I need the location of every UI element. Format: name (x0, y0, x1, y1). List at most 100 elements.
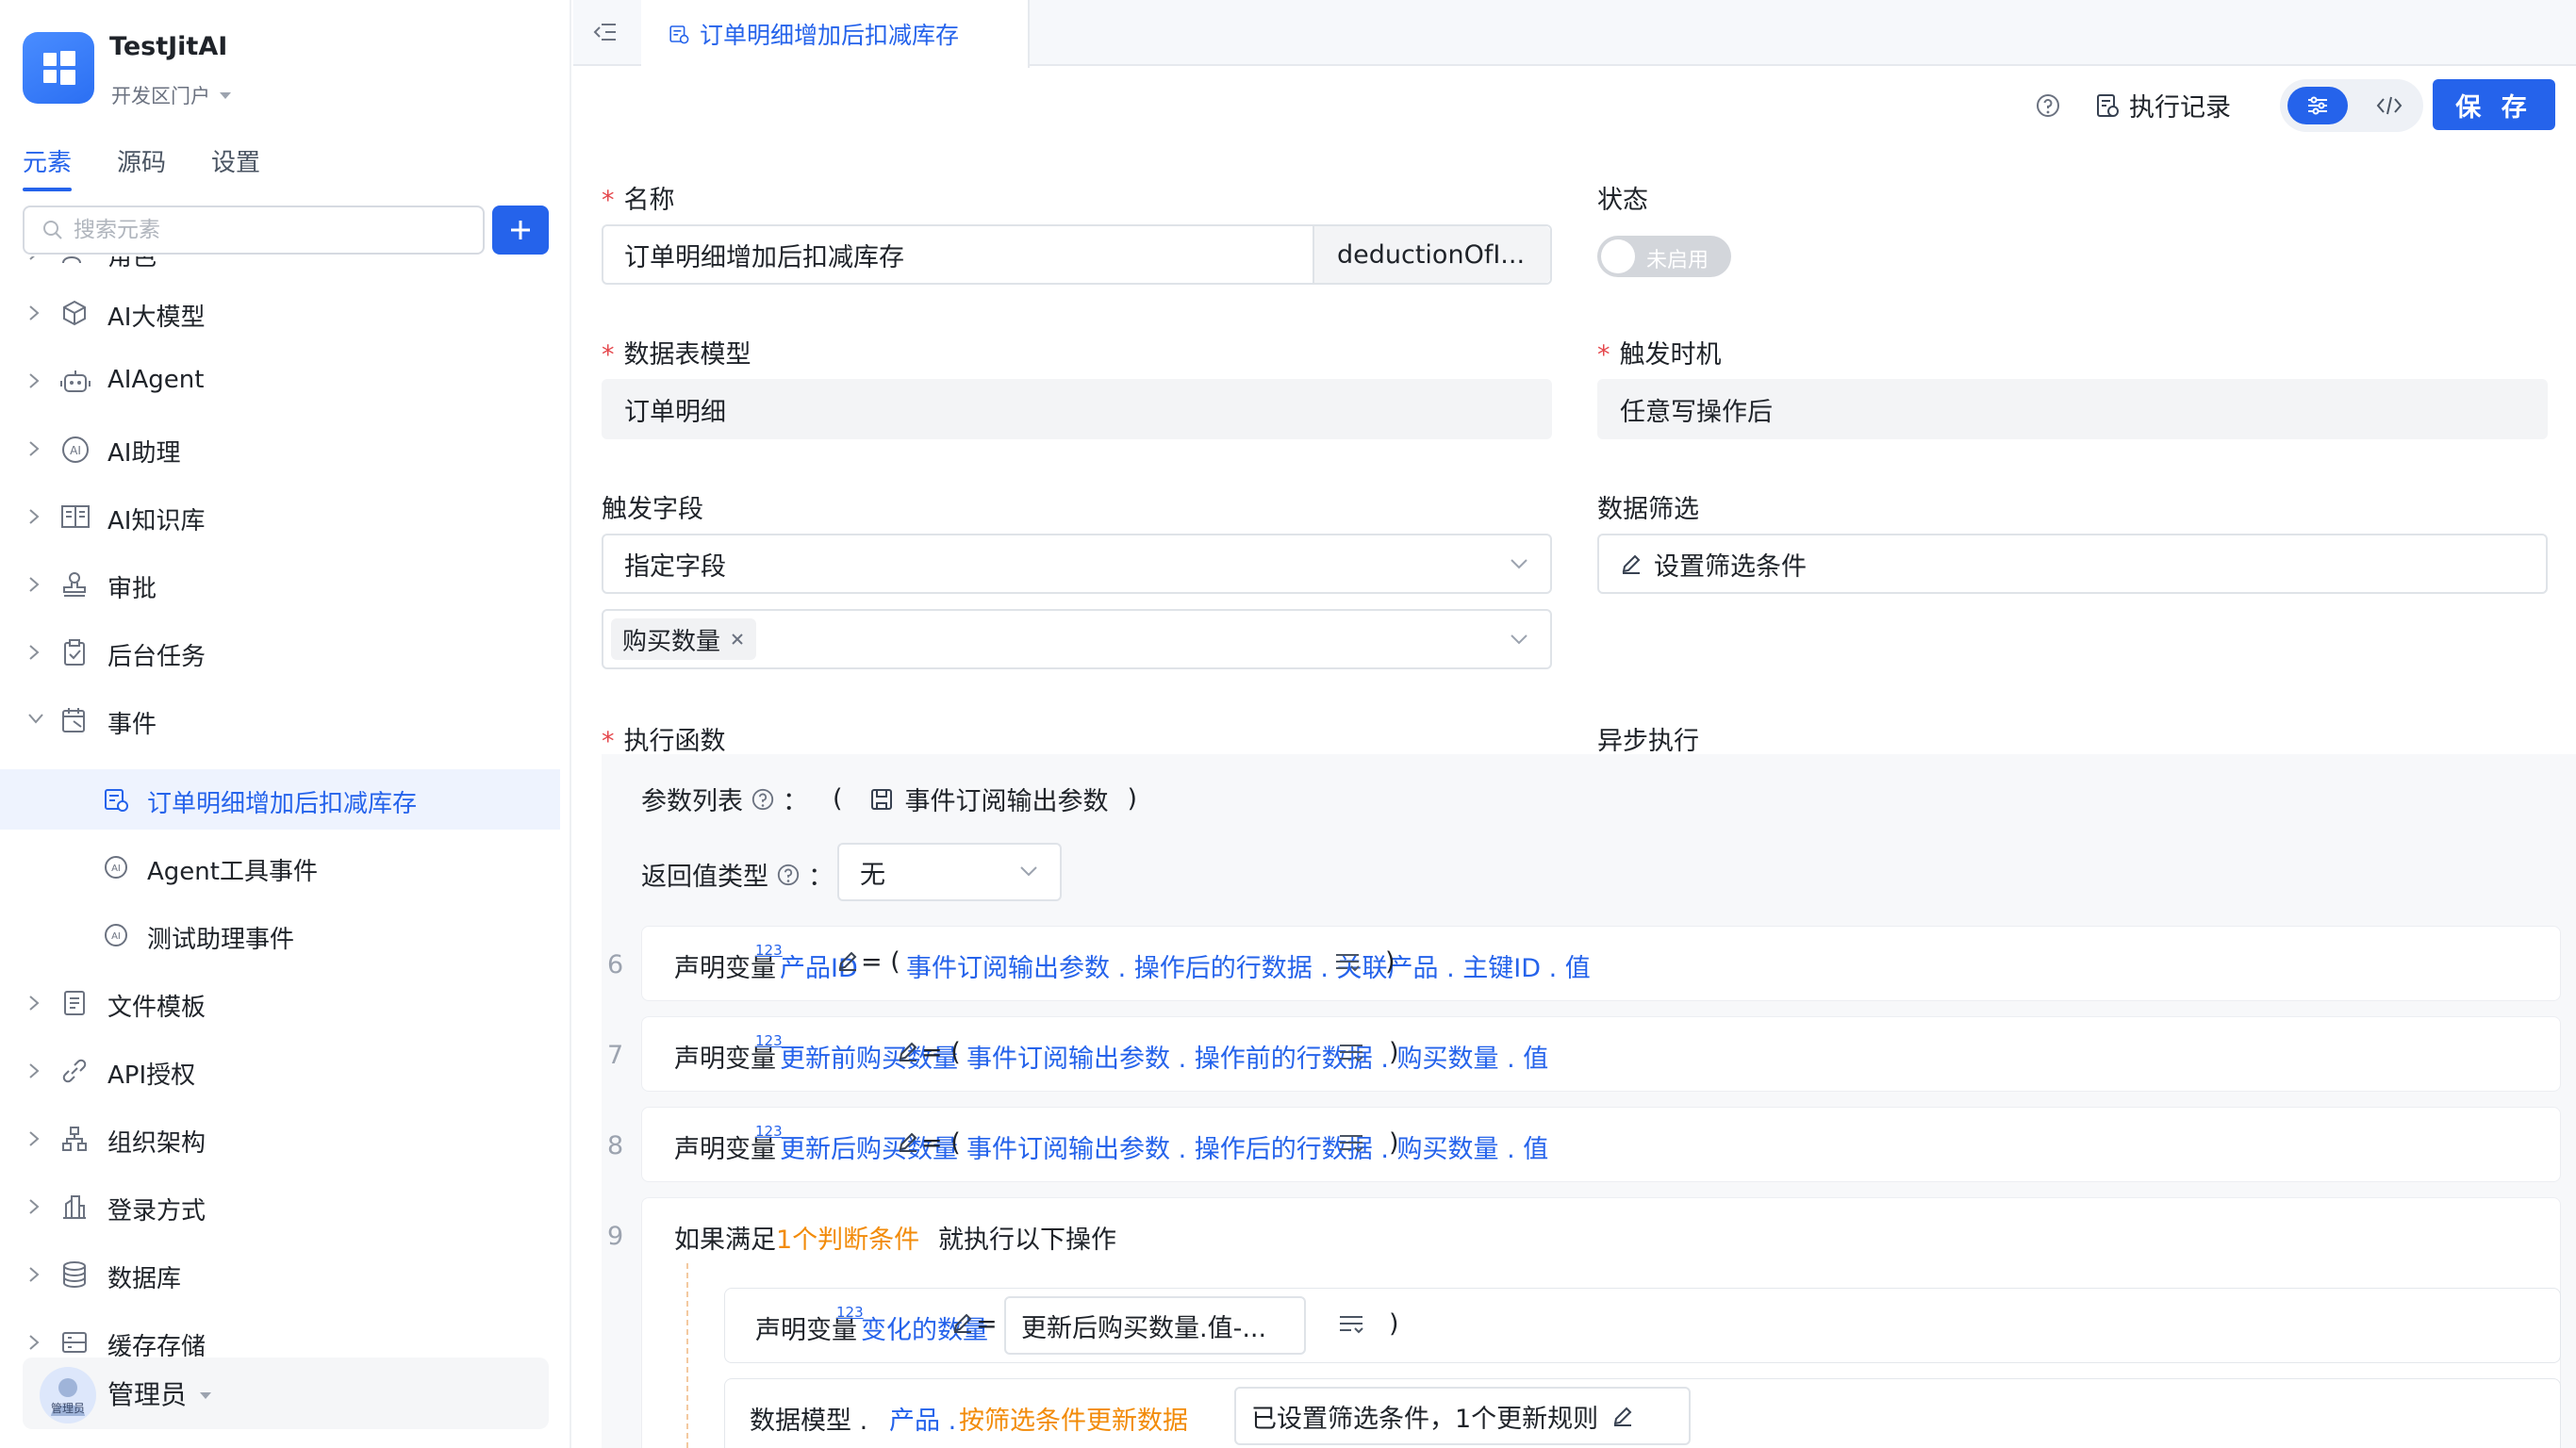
tree-item-file-template[interactable]: 文件模板 (0, 973, 560, 1033)
tree-item-login-method[interactable]: 登录方式 (0, 1176, 560, 1237)
function-label: * 执行函数 (602, 727, 726, 756)
return-type-select[interactable]: 无 (837, 843, 1062, 901)
function-editor: 参数列表 ： ( 事件订阅输出参数 ) 返回值类型 ： 无 6 声明变量 123… (602, 754, 2576, 1448)
status-switch[interactable]: 未启用 (1597, 236, 1731, 277)
tree-item-events[interactable]: 事件 (0, 690, 560, 750)
expression[interactable]: 事件订阅输出参数 . 操作前的行数据 . 购买数量 . 值 (966, 1038, 1548, 1075)
name-input[interactable]: 订单明细增加后扣减库存 (603, 226, 1313, 283)
close-icon[interactable] (730, 632, 745, 647)
set-filter-button[interactable]: 设置筛选条件 (1597, 534, 2548, 594)
expression[interactable]: 事件订阅输出参数 . 操作后的行数据 . 关联产品 . 主键ID . 值 (906, 947, 1591, 984)
return-value: 无 (860, 860, 885, 890)
portal-label: 开发区门户 (111, 85, 210, 107)
format-icon[interactable] (1338, 1313, 1364, 1336)
async-label: 异步执行 (1597, 727, 1699, 756)
user-menu[interactable]: 管理员 管理员 (23, 1358, 549, 1429)
edit-icon[interactable] (897, 1040, 919, 1062)
line-number: 7 (607, 1041, 624, 1070)
save-button[interactable]: 保 存 (2433, 79, 2555, 130)
close-paren: ) (1389, 1309, 1399, 1339)
statement-row[interactable]: 声明变量 123 更新前购买数量 = ( 事件订阅输出参数 . 操作前的行数据 … (641, 1016, 2561, 1092)
assign-operator: = ( (921, 1128, 961, 1158)
tree-item-agent-tool-event[interactable]: AI Agent工具事件 (0, 837, 560, 897)
format-icon[interactable] (1338, 1042, 1364, 1064)
search-input[interactable] (74, 218, 451, 242)
tree-item-api-auth[interactable]: API授权 (0, 1041, 560, 1101)
portal-switcher[interactable]: 开发区门户 (111, 81, 233, 109)
edit-icon[interactable] (1611, 1405, 1634, 1427)
database-icon (60, 1260, 89, 1289)
chevron-right-icon (26, 439, 41, 458)
edit-icon[interactable] (897, 1130, 919, 1153)
tree-item-label: 测试助理事件 (147, 926, 295, 954)
tree-item-label: API授权 (107, 1061, 196, 1090)
avatar-label: 管理员 (50, 1402, 85, 1415)
code-mode-button[interactable] (2363, 87, 2416, 124)
name-field[interactable]: 订单明细增加后扣减库存 deductionOfI... (602, 224, 1552, 285)
trigger-label: * 触发时机 (1597, 340, 1722, 370)
filter-rule-text: 已设置筛选条件，1个更新规则 (1251, 1404, 1599, 1434)
close-paren: ) (1389, 1128, 1399, 1158)
model-prefix: 数据模型 . (750, 1407, 868, 1436)
tree-item-ai-model[interactable]: AI大模型 (0, 283, 560, 343)
tree-item-org-structure[interactable]: 组织架构 (0, 1109, 560, 1169)
tree-item-approval[interactable]: 审批 (0, 554, 560, 615)
execution-history-button[interactable]: 执行记录 (2095, 87, 2231, 123)
if-condition[interactable]: 1个判断条件 (776, 1219, 919, 1256)
tab-title: 订单明细增加后扣减库存 (700, 22, 960, 49)
tree-item-roles[interactable]: 角色 (0, 256, 560, 283)
tree-item-background-task[interactable]: 后台任务 (0, 622, 560, 683)
add-element-button[interactable] (492, 206, 549, 255)
name-code-input[interactable]: deductionOfI... (1313, 226, 1550, 283)
visual-mode-button[interactable] (2287, 87, 2348, 124)
tree-item-test-assistant-event[interactable]: AI 测试助理事件 (0, 905, 560, 965)
statement-row[interactable]: 声明变量 123 产品ID = ( 事件订阅输出参数 . 操作后的行数据 . 关… (641, 926, 2561, 1001)
tab-settings[interactable]: 设置 (211, 143, 260, 191)
filter-rule-box[interactable]: 已设置筛选条件，1个更新规则 (1234, 1387, 1691, 1445)
trigger-field[interactable]: 任意写操作后 (1597, 379, 2548, 439)
expression-box[interactable]: 更新后购买数量.值-... (1004, 1296, 1306, 1355)
chip-label: 购买数量 (622, 627, 721, 656)
return-row: 返回值类型 ： (641, 856, 834, 893)
chevron-down-icon (26, 711, 45, 726)
history-label: 执行记录 (2129, 93, 2231, 123)
help-icon[interactable] (751, 787, 775, 812)
model-action[interactable]: 按筛选条件更新数据 (959, 1400, 1188, 1437)
model-name[interactable]: 产品 . (889, 1400, 956, 1437)
collapse-sidebar-icon[interactable] (592, 19, 619, 45)
number-type-badge: 123 (836, 1304, 864, 1321)
tab-order-event[interactable]: 订单明细增加后扣减库存 (641, 0, 1030, 68)
tab-elements[interactable]: 元素 (23, 143, 73, 191)
help-icon[interactable] (776, 863, 801, 887)
caret-down-icon (218, 90, 233, 101)
ai-event-icon: AI (102, 853, 130, 881)
model-field[interactable]: 订单明细 (602, 379, 1552, 439)
trigger-field-select[interactable]: 指定字段 (602, 534, 1552, 594)
number-type-badge: 123 (755, 942, 783, 959)
tree-item-label: AI知识库 (107, 507, 206, 535)
tree-item-ai-knowledge[interactable]: AI知识库 (0, 486, 560, 547)
statement-row[interactable]: 声明变量 123 更新后购买数量 = ( 事件订阅输出参数 . 操作后的行数据 … (641, 1107, 2561, 1182)
element-tree: 角色 AI大模型 AIAgent AI AI助理 AI知识库 审批 后台任务 事… (0, 256, 560, 1365)
params-value[interactable]: 事件订阅输出参数 (905, 781, 1109, 817)
tree-item-ai-assistant[interactable]: AI AI助理 (0, 419, 560, 479)
field-multiselect[interactable]: 购买数量 (602, 609, 1552, 669)
edit-icon[interactable] (951, 1311, 974, 1334)
help-icon[interactable] (2035, 92, 2061, 119)
tree-item-order-event[interactable]: 订单明细增加后扣减库存 (0, 769, 560, 830)
search-box[interactable] (23, 206, 485, 255)
role-icon (60, 256, 89, 267)
tree-item-database[interactable]: 数据库 (0, 1244, 560, 1305)
tab-source[interactable]: 源码 (117, 143, 166, 191)
statement-row[interactable]: 声明变量 123 变化的数量 = ( 更新后购买数量.值-... ) (724, 1288, 2561, 1363)
event-icon (60, 706, 89, 734)
tree-item-aiagent[interactable]: AIAgent (0, 351, 560, 411)
format-icon[interactable] (1334, 951, 1361, 974)
switch-knob (1601, 239, 1635, 273)
sidebar: TestJitAI 开发区门户 元素 源码 设置 角色 AI大模型 AIAgen… (0, 0, 571, 1448)
format-icon[interactable] (1338, 1132, 1364, 1155)
cube-icon (60, 299, 89, 327)
edit-icon[interactable] (836, 949, 859, 972)
expression[interactable]: 事件订阅输出参数 . 操作后的行数据 . 购买数量 . 值 (966, 1128, 1548, 1165)
statement-row[interactable]: 数据模型 . 产品 . 按筛选条件更新数据 已设置筛选条件，1个更新规则 (724, 1378, 2561, 1448)
